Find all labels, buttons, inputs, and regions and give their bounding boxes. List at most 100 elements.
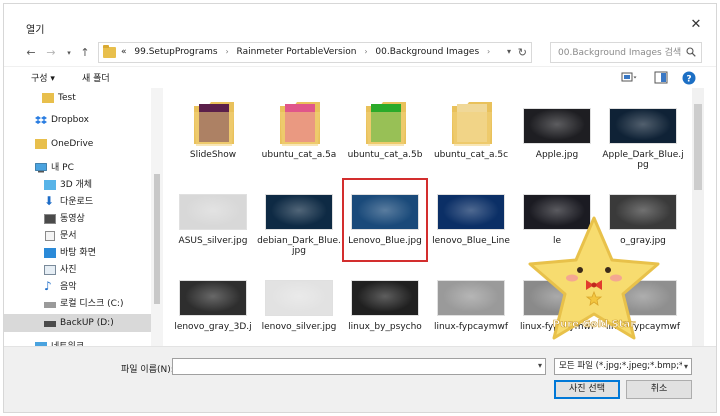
nav-item-dropbox[interactable]: Dropbox [4, 111, 152, 129]
breadcrumb-rainmeter[interactable]: Rainmeter PortableVersion [237, 47, 357, 57]
nav-item-backup-d[interactable]: BackUP (D:) [4, 314, 152, 332]
search-box[interactable] [550, 42, 702, 63]
chevron-right-icon[interactable]: › [364, 47, 367, 56]
navigation-scrollbar[interactable] [151, 88, 163, 346]
nav-item-downloads[interactable]: ⬇ 다운로드 [4, 193, 152, 211]
image-thumbnail [609, 108, 677, 144]
file-item[interactable]: Apple.jpg [514, 92, 600, 176]
file-item[interactable]: lenovo_silver.jpg [256, 264, 342, 346]
nav-item-label: 음악 [60, 282, 77, 292]
chevron-down-icon[interactable]: ▾ [507, 47, 511, 56]
refresh-icon[interactable]: ↻ [518, 46, 527, 59]
nav-item-network[interactable]: 네트워크 [4, 338, 152, 346]
file-item[interactable]: Apple_Dark_Blue.jpg [600, 92, 686, 176]
file-name: linux_by_psycho [348, 322, 422, 332]
nav-item-documents[interactable]: 문서 [4, 227, 152, 245]
pc-icon [35, 163, 47, 173]
image-thumbnail [179, 194, 247, 230]
svg-text:?: ? [686, 74, 691, 84]
nav-item-music[interactable]: ♪ 음악 [4, 278, 152, 296]
nav-item-label: 사진 [60, 265, 77, 275]
chevron-right-icon[interactable]: › [225, 47, 228, 56]
nav-item-this-pc[interactable]: 내 PC [4, 159, 152, 177]
folder-item[interactable]: ubuntu_cat_a.5b [342, 92, 428, 176]
file-name: ubuntu_cat_a.5b [347, 150, 423, 160]
folder-item[interactable]: ubuntu_cat_a.5a [256, 92, 342, 176]
file-name: ubuntu_cat_a.5c [433, 150, 509, 160]
folder-icon [452, 102, 492, 146]
file-name: Lenovo_Blue.jpg [348, 236, 422, 246]
open-button[interactable]: 사진 선택 [554, 380, 620, 399]
file-item[interactable]: linux_by_psycho [342, 264, 428, 346]
cancel-button[interactable]: 취소 [626, 380, 692, 399]
close-icon[interactable]: ✕ [688, 17, 704, 33]
nav-item-3d-objects[interactable]: 3D 개체 [4, 176, 152, 194]
file-name: ASUS_silver.jpg [178, 236, 248, 246]
file-item[interactable]: linux-fypcaymwf [428, 264, 514, 346]
breadcrumb-setupprograms[interactable]: 99.SetupPrograms [134, 47, 217, 57]
nav-item-label: 내 PC [51, 163, 74, 173]
breadcrumb-overflow[interactable]: « [121, 47, 127, 57]
nav-item-label: OneDrive [51, 139, 94, 149]
file-name: linux-fypcaymwf [433, 322, 509, 332]
nav-item-label: 네트워크 [51, 338, 84, 346]
search-icon[interactable] [686, 47, 696, 57]
file-item[interactable]: ASUS_silver.jpg [170, 178, 256, 262]
help-icon[interactable]: ? [680, 70, 698, 86]
organize-button[interactable]: 구성 ▾ [31, 71, 55, 84]
forward-arrow-icon[interactable]: → [44, 45, 58, 61]
picture-icon [44, 265, 56, 275]
nav-item-pictures[interactable]: 사진 [4, 261, 152, 279]
view-options-icon[interactable] [620, 70, 638, 86]
folder-icon [366, 102, 406, 146]
command-bar: 구성 ▾ 새 폴더 ? [4, 66, 716, 88]
file-type-select[interactable]: 모든 파일 (*.jpg;*.jpeg;*.bmp;*.i ▾ [554, 358, 692, 375]
chevron-down-icon[interactable]: ▾ [681, 359, 688, 374]
up-arrow-icon[interactable]: ↑ [78, 45, 92, 61]
chevron-right-icon[interactable]: › [487, 47, 490, 56]
recent-locations-chevron-icon[interactable]: ▾ [62, 45, 76, 61]
file-item[interactable]: lenovo_Blue_Line [428, 178, 514, 262]
file-item[interactable]: lenovo_gray_3D.j [170, 264, 256, 346]
nav-item-label: Test [58, 93, 76, 103]
scrollbar-thumb[interactable] [694, 104, 702, 190]
chevron-down-icon[interactable]: ▾ [538, 361, 542, 370]
folder-icon [35, 139, 47, 149]
file-name: ubuntu_cat_a.5a [261, 150, 337, 160]
folder-item[interactable]: SlideShow [170, 92, 256, 176]
folder-item[interactable]: ubuntu_cat_a.5c [428, 92, 514, 176]
nav-item-desktop[interactable]: 바탕 화면 [4, 244, 152, 262]
breadcrumb: « 99.SetupPrograms › Rainmeter PortableV… [121, 47, 495, 57]
breadcrumb-background-images[interactable]: 00.Background Images [375, 47, 479, 57]
file-list-scrollbar[interactable] [692, 88, 704, 346]
nav-item-label: 바탕 화면 [60, 248, 96, 258]
image-thumbnail [351, 280, 419, 316]
nav-item-test[interactable]: Test [4, 89, 152, 107]
filename-input[interactable] [173, 359, 529, 374]
new-folder-button[interactable]: 새 폴더 [82, 71, 110, 84]
nav-item-local-disk-c[interactable]: 로컬 디스크 (C:) [4, 295, 152, 313]
search-input[interactable] [551, 43, 681, 62]
filename-combobox[interactable]: ▾ [172, 358, 546, 375]
image-thumbnail [437, 280, 505, 316]
file-type-value: 모든 파일 (*.jpg;*.jpeg;*.bmp;*.i [559, 361, 689, 371]
dialog-footer: 파일 이름(N): ▾ 모든 파일 (*.jpg;*.jpeg;*.bmp;*.… [4, 346, 716, 412]
nav-item-onedrive[interactable]: OneDrive [4, 135, 152, 153]
file-name: Apple_Dark_Blue.jpg [602, 150, 684, 170]
scrollbar-thumb[interactable] [154, 174, 160, 304]
folder-icon [194, 102, 234, 146]
file-item[interactable]: debian_Dark_Blue.jpg [256, 178, 342, 262]
preview-pane-icon[interactable] [652, 70, 670, 86]
address-row: ← → ▾ ↑ « 99.SetupPrograms › Rainmeter P… [4, 40, 716, 66]
open-file-dialog: 열기 ✕ ← → ▾ ↑ « 99.SetupPrograms › Rainme… [3, 3, 717, 413]
nav-item-label: BackUP (D:) [60, 318, 114, 328]
image-thumbnail [523, 108, 591, 144]
image-thumbnail [351, 194, 419, 230]
file-item[interactable]: Lenovo_Blue.jpg [342, 178, 428, 262]
file-name: debian_Dark_Blue.jpg [257, 236, 341, 256]
star-sticker: Pure Gold Star [528, 216, 660, 340]
nav-item-videos[interactable]: 동영상 [4, 210, 152, 228]
back-arrow-icon[interactable]: ← [24, 45, 38, 61]
image-thumbnail [179, 280, 247, 316]
address-bar[interactable]: « 99.SetupPrograms › Rainmeter PortableV… [98, 42, 532, 63]
